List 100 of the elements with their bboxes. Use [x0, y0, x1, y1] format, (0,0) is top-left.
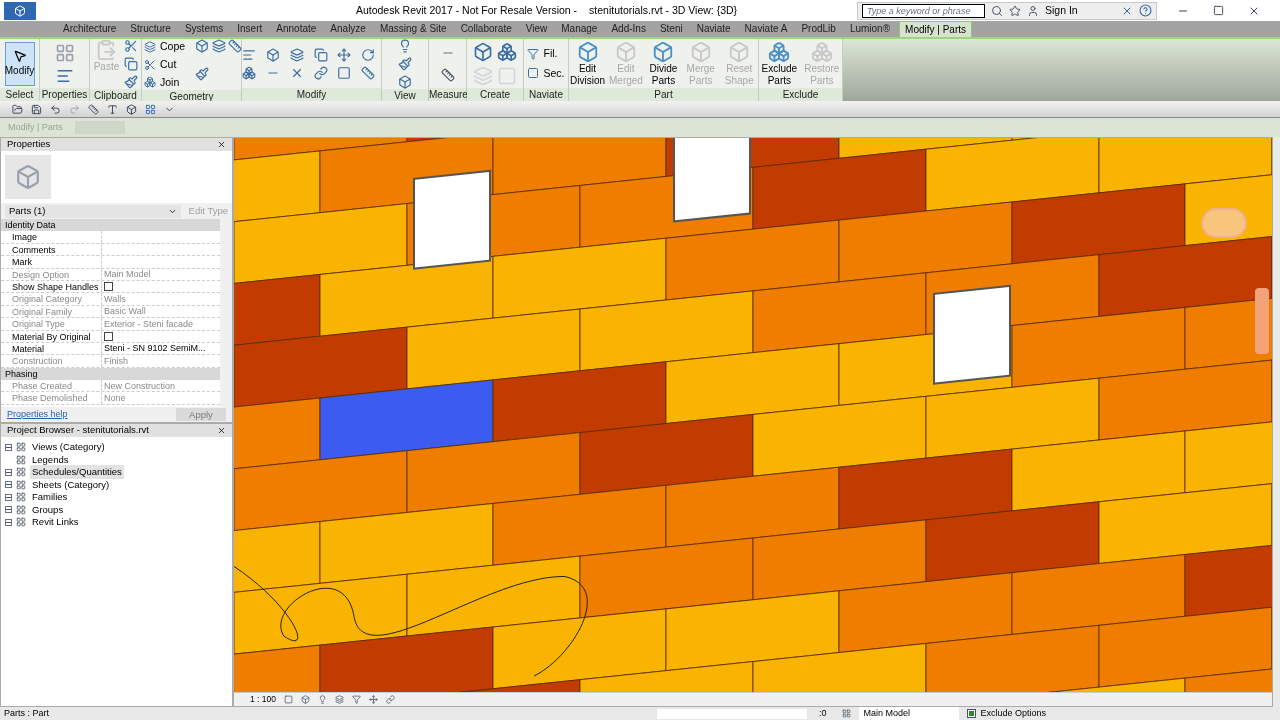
ribbon-tab[interactable]: Manage: [556, 21, 603, 37]
view-control-icon[interactable]: [386, 695, 395, 704]
view-control-icon[interactable]: [318, 695, 327, 704]
ribbon-tab[interactable]: Insert: [232, 21, 268, 37]
geometry-tool[interactable]: Join: [142, 74, 188, 91]
tool-icon[interactable]: [337, 65, 352, 80]
ribbon-tab[interactable]: Structure: [125, 21, 176, 37]
ribbon-panel-label[interactable]: Create: [467, 88, 523, 101]
ribbon-tab[interactable]: Add-Ins: [606, 21, 651, 37]
3d-view-icon[interactable]: [126, 103, 137, 115]
close-icon[interactable]: [217, 140, 226, 149]
ribbon-tab[interactable]: Modify | Parts: [899, 21, 972, 37]
ribbon-tool-button[interactable]: Edit Division: [569, 40, 606, 87]
ribbon-panel-label[interactable]: Modify: [242, 88, 381, 101]
tool-icon[interactable]: [211, 39, 226, 53]
ribbon-tab[interactable]: View: [520, 21, 553, 37]
ribbon-panel-label[interactable]: Properties: [40, 88, 89, 101]
browser-item[interactable]: Groups: [30, 502, 66, 517]
pointer-icon: [12, 49, 27, 63]
maximize-icon[interactable]: [1213, 4, 1224, 16]
switch-windows-icon[interactable]: [145, 103, 156, 115]
box-icon[interactable]: [398, 75, 412, 89]
expand-icon[interactable]: [5, 443, 12, 451]
view-scale[interactable]: 1 : 100: [250, 693, 276, 706]
tool-icon[interactable]: [242, 65, 256, 80]
star-icon[interactable]: [1009, 4, 1021, 17]
naviate-tool[interactable]: Sec.: [525, 65, 567, 82]
view-control-icon[interactable]: [369, 695, 378, 704]
ribbon-panel-label[interactable]: Select: [0, 88, 39, 101]
tool-icon[interactable]: [289, 47, 304, 62]
view-control-icon[interactable]: [284, 695, 293, 704]
view-control-icon[interactable]: [335, 695, 344, 704]
brush-icon[interactable]: [398, 57, 412, 71]
tool-icon[interactable]: [265, 47, 280, 62]
component-icon[interactable]: [497, 41, 517, 62]
property-value[interactable]: Steni - SN 9102 SemiM...: [104, 342, 206, 355]
ribbon-tab[interactable]: Architecture: [58, 21, 122, 37]
checkbox[interactable]: [104, 282, 113, 292]
browser-item[interactable]: Schedules/Quantities: [30, 465, 124, 480]
options-bar-label: Modify | Parts: [8, 120, 63, 134]
ribbon-tab[interactable]: Lumion®: [844, 21, 896, 37]
geometry-tool[interactable]: Cut: [142, 56, 188, 73]
view-control-icon[interactable]: [301, 695, 310, 704]
browser-item[interactable]: Families: [30, 490, 70, 505]
measure-icon[interactable]: [88, 103, 99, 115]
type-selector[interactable]: Parts (1): [5, 204, 181, 218]
close-icon[interactable]: [217, 426, 226, 435]
browser-item[interactable]: Sheets (Category): [30, 477, 112, 492]
group-icon[interactable]: [473, 41, 493, 62]
ribbon-tab[interactable]: Analyze: [325, 21, 371, 37]
tool-icon[interactable]: [313, 65, 328, 80]
ribbon-tab[interactable]: Naviate: [691, 21, 736, 37]
design-options-icon[interactable]: [842, 709, 852, 718]
browser-item[interactable]: Revit Links: [30, 515, 81, 530]
tool-icon[interactable]: [242, 47, 256, 62]
ribbon-tab[interactable]: Annotate: [271, 21, 322, 37]
tool-icon[interactable]: [195, 39, 210, 53]
sign-in-button[interactable]: Sign In: [1045, 2, 1115, 19]
ribbon-panel-label[interactable]: Measure: [429, 88, 466, 101]
ribbon-tab[interactable]: Naviate A: [739, 21, 793, 37]
ribbon-panel-label[interactable]: Part: [569, 88, 758, 101]
geometry-tool[interactable]: Cope: [142, 39, 188, 55]
user-icon[interactable]: [1027, 4, 1039, 17]
text-icon[interactable]: [107, 103, 118, 115]
modify-button[interactable]: Modify: [4, 41, 35, 86]
help-icon[interactable]: [1139, 4, 1152, 17]
ribbon-tab[interactable]: Collaborate: [455, 21, 517, 37]
ribbon-tool-button[interactable]: Exclude Parts: [759, 40, 800, 87]
light-bulb-icon[interactable]: [398, 39, 412, 53]
ribbon-tab[interactable]: Systems: [179, 21, 229, 37]
tool-icon[interactable]: [228, 39, 243, 53]
browser-item[interactable]: Legends: [30, 452, 71, 467]
tool-icon[interactable]: [313, 47, 328, 62]
ribbon-tab[interactable]: ProdLib: [796, 21, 841, 37]
tool-icon[interactable]: [361, 47, 376, 62]
browser-item[interactable]: Views (Category): [30, 440, 107, 455]
ribbon-tab[interactable]: Steni: [654, 21, 688, 37]
naviate-tool[interactable]: Fil.: [525, 45, 567, 62]
tool-icon[interactable]: [337, 47, 352, 62]
cut-icon[interactable]: [124, 39, 139, 53]
ribbon-tool-button[interactable]: Divide Parts: [645, 40, 682, 87]
measure-icon[interactable]: [440, 67, 455, 82]
ribbon-panel-label[interactable]: Exclude: [759, 88, 842, 101]
tool-icon[interactable]: [361, 65, 376, 80]
save-icon[interactable]: [31, 103, 42, 115]
checkbox[interactable]: [104, 331, 113, 341]
group-header[interactable]: Phasing: [5, 367, 38, 381]
match-icon[interactable]: [124, 75, 139, 89]
ribbon-panel-label[interactable]: Naviate: [524, 88, 568, 101]
workset-field[interactable]: [656, 708, 807, 719]
application-menu-button[interactable]: [4, 1, 36, 20]
help-link[interactable]: Properties help: [7, 407, 68, 422]
ribbon-tab[interactable]: Massing & Site: [374, 21, 452, 37]
tool-icon[interactable]: [195, 66, 210, 81]
checkbox[interactable]: [967, 709, 977, 718]
view-control-icon[interactable]: [352, 695, 361, 704]
open-icon[interactable]: [12, 103, 23, 115]
copy-icon[interactable]: [124, 57, 139, 71]
undo-icon[interactable]: [50, 103, 61, 115]
search-field[interactable]: Type a keyword or phrase: [862, 3, 985, 18]
